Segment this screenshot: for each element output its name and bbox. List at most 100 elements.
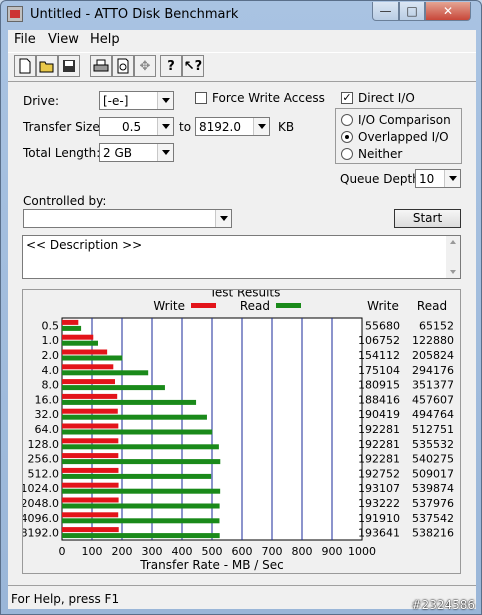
neither-label: Neither xyxy=(358,147,403,161)
col-header-read: Read xyxy=(417,299,447,313)
queue-depth-select[interactable]: 10 xyxy=(415,169,461,188)
y-tick-label: 2048.0 xyxy=(23,497,59,510)
menu-help[interactable]: Help xyxy=(90,32,120,47)
read-bar xyxy=(62,370,149,376)
transfer-min-select[interactable]: 0.5 xyxy=(99,117,174,136)
read-value: 509017 xyxy=(412,467,454,480)
watermark: #2324586 xyxy=(411,598,476,612)
window-title: Untitled - ATTO Disk Benchmark xyxy=(30,7,239,22)
title-bar[interactable]: Untitled - ATTO Disk Benchmark — □ ✕ xyxy=(1,1,481,29)
write-bar xyxy=(62,364,114,370)
read-value: 512751 xyxy=(412,423,454,436)
print-icon[interactable] xyxy=(90,55,112,77)
total-length-select[interactable]: 2 GB xyxy=(99,143,174,162)
direct-io-checkbox[interactable]: ✓ xyxy=(341,92,353,104)
menu-bar: File View Help xyxy=(8,30,476,50)
menu-view[interactable]: View xyxy=(48,32,79,47)
start-button[interactable]: Start xyxy=(394,209,461,228)
controlled-by-select[interactable] xyxy=(23,209,232,228)
save-icon[interactable] xyxy=(58,55,80,77)
transfer-max-select[interactable]: 8192.0 xyxy=(195,117,270,136)
y-tick-label: 0.5 xyxy=(42,319,60,332)
read-bar xyxy=(62,385,165,391)
app-window: Untitled - ATTO Disk Benchmark — □ ✕ Fil… xyxy=(0,0,482,615)
write-value: 190419 xyxy=(358,408,400,421)
maximize-button[interactable]: □ xyxy=(399,2,425,21)
x-tick-label: 500 xyxy=(202,545,223,558)
write-value: 154112 xyxy=(358,349,400,362)
total-length-value: 2 GB xyxy=(103,146,132,160)
overlapped-io-radio[interactable] xyxy=(341,131,353,143)
y-tick-label: 256.0 xyxy=(28,453,60,466)
io-comparison-radio[interactable] xyxy=(341,114,353,126)
drive-label: Drive: xyxy=(23,94,60,108)
force-write-checkbox[interactable] xyxy=(195,92,207,104)
write-value: 193107 xyxy=(358,482,400,495)
context-help-icon[interactable]: ↖? xyxy=(182,55,204,77)
read-bar xyxy=(62,399,197,405)
atto-app-icon[interactable] xyxy=(7,6,23,22)
read-value: 65152 xyxy=(419,319,454,332)
write-bar xyxy=(62,319,79,325)
x-tick-label: 200 xyxy=(112,545,133,558)
queue-depth-label: Queue Depth: xyxy=(340,172,424,186)
write-bar xyxy=(62,334,94,340)
read-bar xyxy=(62,340,98,346)
write-bar xyxy=(62,512,119,518)
chevron-down-icon[interactable] xyxy=(157,144,173,161)
description-text: << Description >> xyxy=(26,238,143,252)
x-tick-label: 700 xyxy=(262,545,283,558)
x-tick-label: 1000 xyxy=(348,545,376,558)
write-value: 106752 xyxy=(358,334,400,347)
legend-write-swatch xyxy=(191,303,216,308)
scroll-down-icon[interactable] xyxy=(450,270,456,274)
status-text: For Help, press F1 xyxy=(11,592,120,606)
read-value: 457607 xyxy=(412,393,454,406)
chevron-down-icon[interactable] xyxy=(157,118,173,135)
description-scrollbar[interactable] xyxy=(446,236,460,278)
move-icon[interactable]: ✥ xyxy=(134,55,156,77)
chevron-down-icon[interactable] xyxy=(157,92,173,109)
description-box[interactable]: << Description >> xyxy=(22,235,461,279)
overlapped-io-label: Overlapped I/O xyxy=(358,130,449,144)
status-bar: For Help, press F1 xyxy=(8,585,476,610)
menu-file[interactable]: File xyxy=(14,32,36,47)
open-icon[interactable] xyxy=(36,55,58,77)
chevron-down-icon[interactable] xyxy=(253,118,269,135)
read-bar xyxy=(62,429,213,435)
neither-radio[interactable] xyxy=(341,148,353,160)
drive-select[interactable]: [-e-] xyxy=(99,91,174,110)
chevron-down-icon[interactable] xyxy=(215,210,231,227)
read-value: 494764 xyxy=(412,408,454,421)
x-tick-label: 400 xyxy=(172,545,193,558)
scroll-up-icon[interactable] xyxy=(450,240,456,244)
write-bar xyxy=(62,467,119,473)
write-bar xyxy=(62,497,119,503)
read-bar xyxy=(62,473,212,479)
y-tick-label: 16.0 xyxy=(35,393,60,406)
write-value: 193222 xyxy=(358,497,400,510)
to-label: to xyxy=(179,120,192,134)
results-chart: Test ResultsWrite Read Write Read0 100 200 300… xyxy=(23,290,454,572)
read-bar xyxy=(62,459,221,465)
write-value: 192752 xyxy=(358,467,400,480)
chevron-down-icon[interactable] xyxy=(444,170,460,187)
minimize-button[interactable]: — xyxy=(372,2,399,21)
help-icon[interactable]: ? xyxy=(160,55,182,77)
print-preview-icon[interactable] xyxy=(112,55,134,77)
close-button[interactable]: ✕ xyxy=(425,2,471,21)
new-icon[interactable] xyxy=(14,55,36,77)
write-value: 192281 xyxy=(358,438,400,451)
write-bar xyxy=(62,438,119,444)
total-length-label: Total Length: xyxy=(23,146,101,160)
read-bar xyxy=(62,444,219,450)
y-tick-label: 4.0 xyxy=(42,364,60,377)
write-value: 55680 xyxy=(365,319,400,332)
write-bar xyxy=(62,482,119,488)
read-bar xyxy=(62,518,220,524)
read-value: 537976 xyxy=(412,497,454,510)
y-tick-label: 4096.0 xyxy=(23,512,59,525)
write-value: 188416 xyxy=(358,393,400,406)
write-value: 180915 xyxy=(358,379,400,392)
x-tick-label: 800 xyxy=(292,545,313,558)
